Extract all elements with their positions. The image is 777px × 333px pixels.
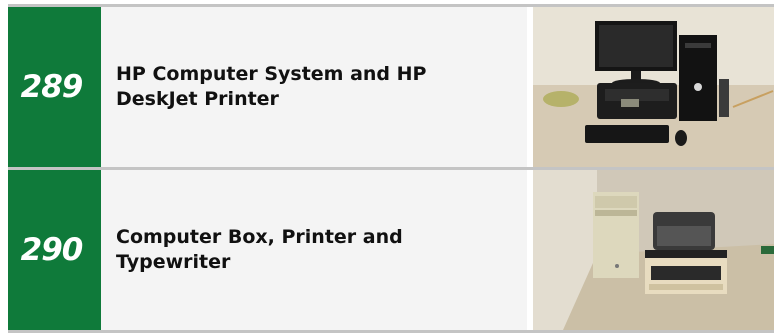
lot-number-box: 289	[8, 7, 101, 167]
lot-description-box: HP Computer System and HP DeskJet Printe…	[101, 7, 527, 167]
lot-title: Computer Box, Printer and Typewriter	[116, 226, 403, 273]
lot-number: 290	[20, 232, 84, 268]
lot-number: 289	[20, 69, 84, 105]
lot-row-289[interactable]: 289 HP Computer System and HP DeskJet Pr…	[8, 4, 774, 167]
lot-photo-290[interactable]	[533, 170, 774, 330]
lot-title: HP Computer System and HP DeskJet Printe…	[116, 63, 427, 110]
computer-printer-photo-icon	[533, 7, 774, 167]
lot-number-box: 290	[8, 170, 101, 330]
lot-list: 289 HP Computer System and HP DeskJet Pr…	[8, 4, 774, 333]
lot-row-290[interactable]: 290 Computer Box, Printer and Typewriter	[8, 167, 774, 333]
computer-typewriter-photo-icon	[533, 170, 774, 330]
lot-description-box: Computer Box, Printer and Typewriter	[101, 170, 527, 330]
lot-photo-289[interactable]	[533, 7, 774, 167]
